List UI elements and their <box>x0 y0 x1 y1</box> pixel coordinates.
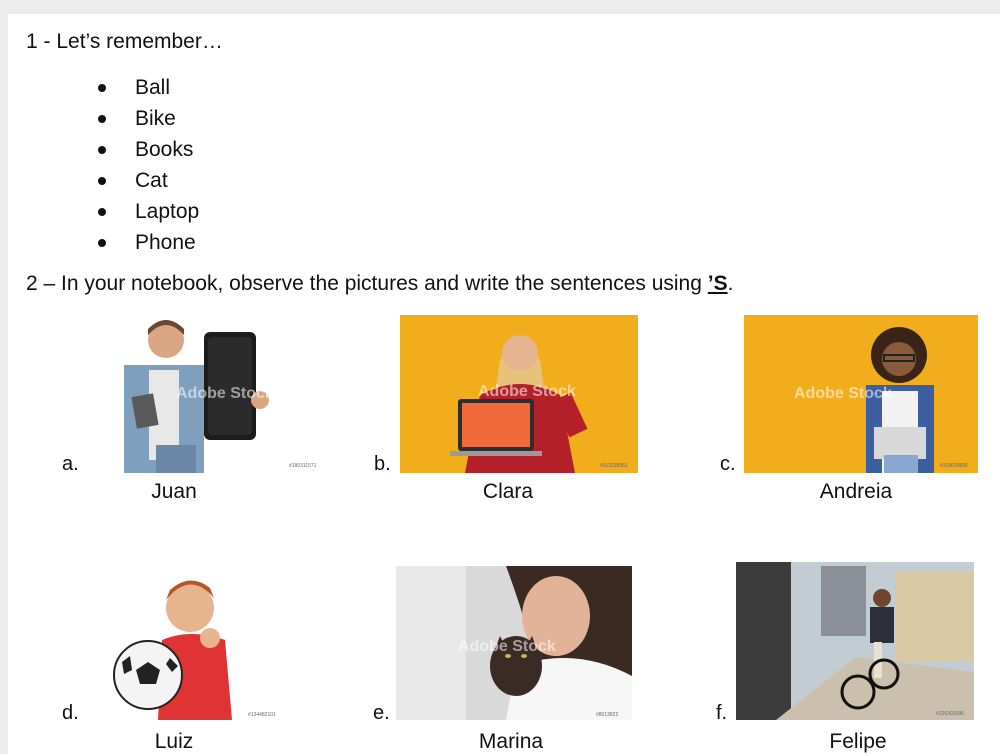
photo-juan: Adobe Stock #180311571 <box>114 315 364 473</box>
man-on-bicycle-illustration <box>736 562 974 720</box>
bullet-icon <box>98 115 106 123</box>
photo-luiz: #134482101 <box>100 570 290 720</box>
stock-id: #313328951 <box>600 463 628 469</box>
label-e: e. <box>373 702 390 724</box>
list-item: Bike <box>90 103 199 134</box>
stock-id: #134482101 <box>248 712 276 718</box>
photo-marina: Adobe Stock #8013822 <box>396 566 632 720</box>
bullet-icon <box>98 239 106 247</box>
label-b: b. <box>374 453 391 475</box>
watermark: Adobe Stock <box>176 385 274 402</box>
bullet-icon <box>98 146 106 154</box>
possessive-s-highlight: ’S <box>707 272 728 295</box>
watermark: Adobe Stock <box>458 638 556 655</box>
question-1-heading: 1 - Let’s remember… <box>26 30 223 53</box>
list-item: Books <box>90 134 199 165</box>
vocabulary-list: Ball Bike Books Cat Laptop Phone <box>90 72 199 258</box>
bullet-icon <box>98 177 106 185</box>
label-c: c. <box>720 453 736 475</box>
photo-felipe: #226301096 <box>736 562 974 720</box>
caption-andreia: Andreia <box>819 480 893 503</box>
caption-marina: Marina <box>478 730 544 753</box>
caption-juan: Juan <box>151 480 197 503</box>
watermark: Adobe Stock <box>794 385 892 402</box>
bullet-icon <box>98 84 106 92</box>
label-f: f. <box>716 702 728 724</box>
caption-luiz: Luiz <box>154 730 194 753</box>
list-item: Ball <box>90 72 199 103</box>
caption-felipe: Felipe <box>829 730 887 753</box>
label-d: d. <box>62 702 79 724</box>
stock-id: #226301096 <box>936 711 964 717</box>
caption-clara: Clara <box>482 480 534 503</box>
watermark: Adobe Stock <box>478 383 576 400</box>
list-item: Cat <box>90 165 199 196</box>
bullet-icon <box>98 208 106 216</box>
list-item: Phone <box>90 227 199 258</box>
list-item: Laptop <box>90 196 199 227</box>
stock-id: #8013822 <box>596 712 619 718</box>
photo-andreia: Adobe Stock #318639606 <box>744 315 978 473</box>
label-a: a. <box>62 453 79 475</box>
question-2-heading: 2 – In your notebook, observe the pictur… <box>26 272 734 295</box>
boy-with-football-illustration <box>113 580 232 720</box>
stock-id: #180311571 <box>289 463 317 469</box>
stock-id: #318639606 <box>940 463 968 469</box>
photo-clara: Adobe Stock #313328951 <box>400 315 638 473</box>
